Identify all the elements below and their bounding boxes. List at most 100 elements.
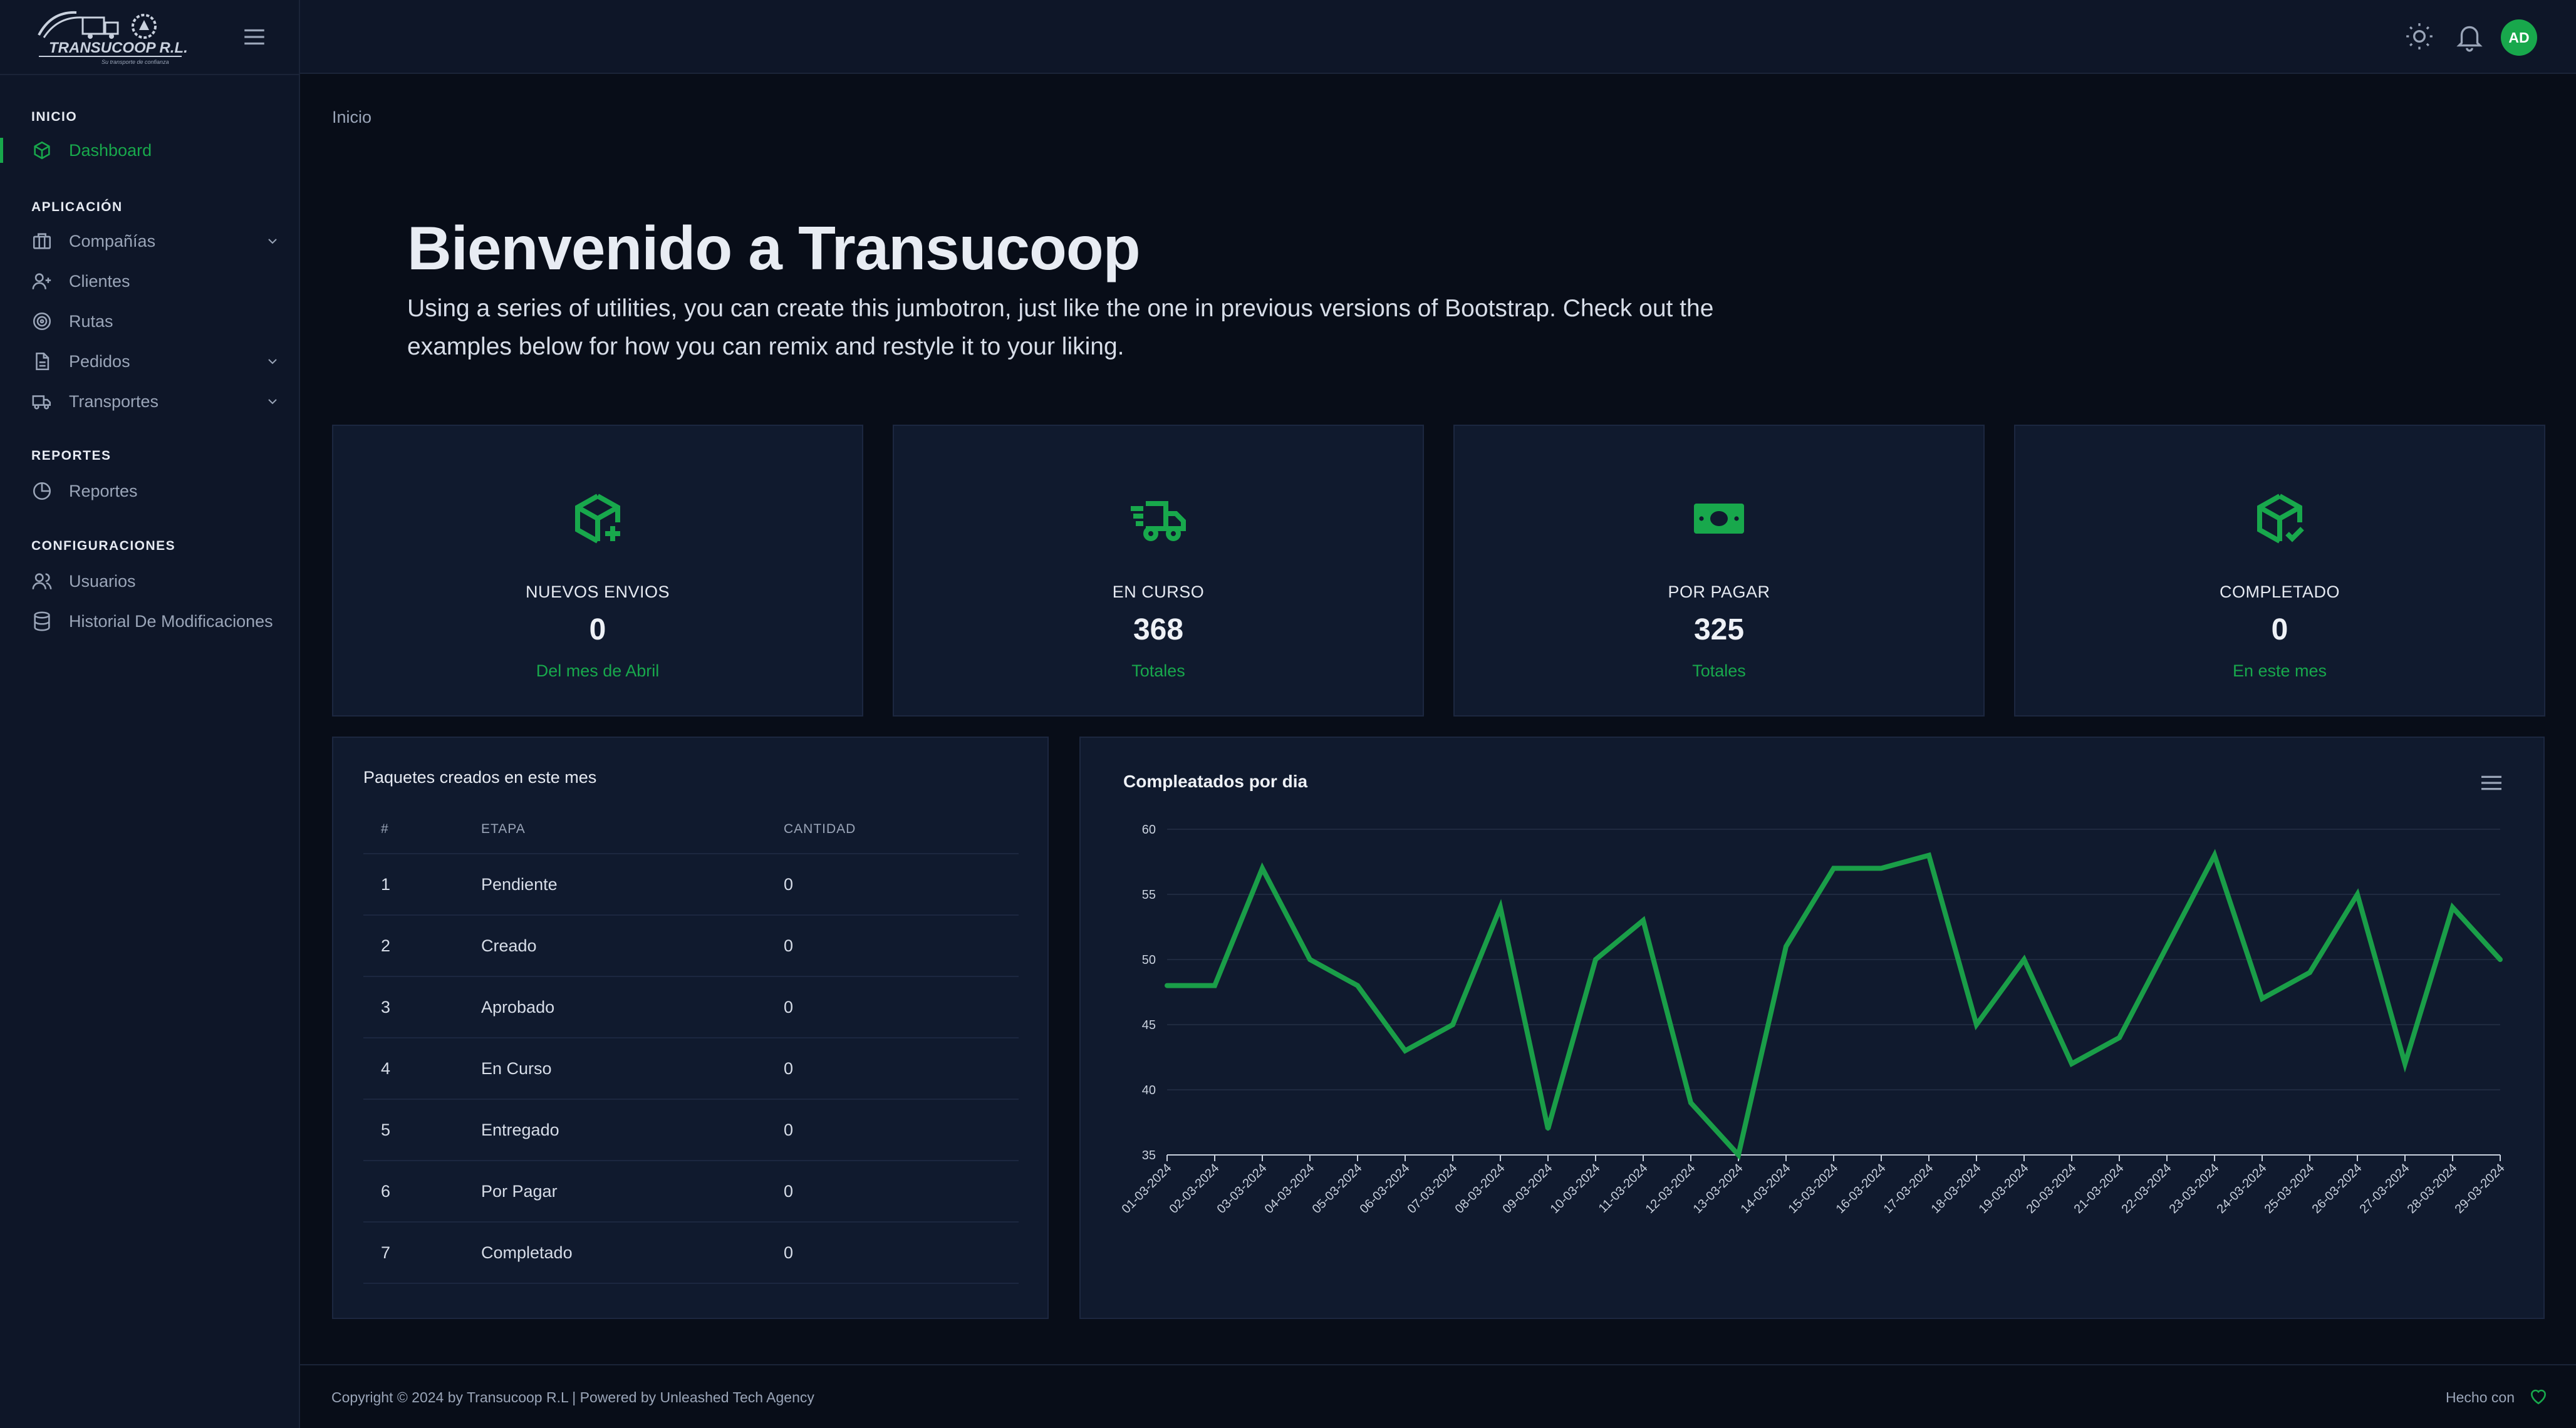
users-icon (32, 573, 52, 589)
data-point (2070, 1062, 2074, 1066)
y-tick-label: 40 (1142, 1084, 1156, 1097)
pie-chart-icon (33, 482, 51, 500)
page-title: Bienvenido a Transucoop (407, 214, 1141, 282)
cell-cantidad: 0 (784, 1161, 1019, 1223)
x-tick-label: 25-03-2024 (2262, 1161, 2317, 1216)
table-row: 7 Completado 0 (363, 1222, 1019, 1284)
hamburger-menu-icon[interactable] (2479, 773, 2504, 793)
stat-label: EN CURSO (1112, 582, 1205, 601)
data-point (2117, 1035, 2121, 1040)
svg-text:TRANSUCOOP R.L.: TRANSUCOOP R.L. (49, 39, 188, 56)
x-tick-label: 23-03-2024 (2167, 1161, 2222, 1216)
user-plus-icon (32, 273, 51, 289)
y-tick-label: 60 (1142, 823, 1156, 837)
packages-table: # ETAPA CANTIDAD 1 Pendiente 0 2 Creado … (363, 805, 1019, 1284)
column-header-etapa: ETAPA (481, 805, 784, 854)
sidebar-item-label: Reportes (69, 481, 138, 500)
sidebar-item-historial[interactable]: Historial De Modificaciones (0, 604, 299, 639)
table-row: 2 Creado 0 (363, 915, 1019, 977)
cell-cantidad: 0 (784, 1038, 1019, 1100)
sidebar-item-label: Usuarios (69, 571, 136, 591)
y-tick-label: 55 (1142, 888, 1156, 902)
chart-title: Compleatados por dia (1123, 772, 1308, 791)
cell-etapa: Completado (481, 1222, 784, 1284)
cell-etapa: Entregado (481, 1099, 784, 1161)
data-point (1927, 853, 1931, 857)
stat-subtitle: Totales (1692, 661, 1746, 680)
data-point (1784, 944, 1788, 949)
truck-fast-icon (1131, 501, 1186, 541)
briefcase-icon (33, 233, 51, 249)
sidebar-item-label: Pedidos (69, 351, 130, 371)
cell-etapa: Pendiente (481, 854, 784, 916)
data-point (1451, 1023, 1455, 1027)
section-reportes: REPORTES (31, 448, 112, 463)
cell-number: 1 (363, 854, 481, 916)
x-tick-label: 04-03-2024 (1262, 1161, 1317, 1216)
sidebar-item-reportes[interactable]: Reportes (0, 473, 299, 509)
menu-toggle-icon[interactable] (241, 24, 267, 50)
sidebar-item-usuarios[interactable]: Usuarios (0, 564, 299, 599)
stat-value: 0 (589, 613, 606, 646)
data-point (2498, 958, 2502, 961)
cube-icon (34, 141, 50, 160)
target-icon (33, 312, 51, 331)
y-tick-label: 50 (1142, 953, 1156, 967)
x-tick-label: 02-03-2024 (1167, 1161, 1222, 1216)
sidebar-item-transportes[interactable]: Transportes (0, 384, 299, 419)
heart-icon (2530, 1389, 2547, 1405)
x-tick-label: 19-03-2024 (1976, 1161, 2032, 1216)
column-header-cantidad: CANTIDAD (784, 805, 1019, 854)
footer-copyright: Copyright © 2024 by Transucoop R.L | Pow… (331, 1389, 814, 1405)
completed-per-day-chart-card: 35 40 45 50 55 60 01-03-2024 02-03-2024 03-03-20… (1079, 737, 2545, 1319)
stat-card-nuevos-envios: NUEVOS ENVIOS 0 Del mes de Abril (332, 425, 863, 717)
x-tick-label: 21-03-2024 (2072, 1161, 2127, 1216)
footer: Copyright © 2024 by Transucoop R.L | Pow… (300, 1364, 2576, 1428)
breadcrumb[interactable]: Inicio (332, 108, 371, 127)
y-tick-label: 35 (1142, 1149, 1156, 1162)
x-tick-label: 29-03-2024 (2453, 1161, 2508, 1216)
table-row: 6 Por Pagar 0 (363, 1161, 1019, 1223)
series-line (1165, 849, 2503, 1161)
stat-label: POR PAGAR (1668, 582, 1770, 601)
stat-value: 368 (1133, 613, 1184, 646)
x-tick-label: 20-03-2024 (2024, 1161, 2079, 1216)
sidebar-item-clientes[interactable]: Clientes (0, 264, 299, 299)
stat-card-completado: COMPLETADO 0 En este mes (2014, 425, 2545, 717)
data-point (2355, 892, 2359, 896)
footer-made-with: Hecho con (2446, 1389, 2515, 1405)
x-tick-label: 22-03-2024 (2119, 1161, 2174, 1216)
sidebar-item-companias[interactable]: Compañías (0, 224, 299, 259)
x-tick-label: 11-03-2024 (1596, 1161, 1651, 1216)
chevron-down-icon (268, 399, 277, 405)
file-icon (36, 352, 49, 371)
stat-subtitle: Del mes de Abril (536, 661, 660, 680)
stat-value: 325 (1693, 613, 1745, 646)
stat-subtitle: Totales (1131, 661, 1185, 680)
truck-icon (32, 395, 51, 410)
sidebar-item-rutas[interactable]: Rutas (0, 304, 299, 339)
table-row: 5 Entregado 0 (363, 1099, 1019, 1161)
column-header-number: # (363, 805, 481, 854)
bell-icon[interactable] (2454, 21, 2485, 52)
package-plus-icon (575, 494, 620, 544)
x-tick-label: 16-03-2024 (1834, 1161, 1889, 1216)
data-point (1403, 1048, 1407, 1053)
data-point (1879, 866, 1883, 871)
cell-cantidad: 0 (784, 1222, 1019, 1284)
x-tick-label: 03-03-2024 (1215, 1161, 1270, 1216)
package-check-icon (2257, 494, 2304, 544)
data-point (1641, 918, 1645, 923)
cell-cantidad: 0 (784, 854, 1019, 916)
x-tick-label: 08-03-2024 (1453, 1161, 1508, 1216)
data-point (1594, 958, 1597, 961)
sun-icon[interactable] (2404, 21, 2435, 52)
avatar[interactable]: AD (2501, 19, 2537, 56)
data-point (1308, 958, 1312, 961)
x-tick-label: 07-03-2024 (1405, 1161, 1460, 1216)
brand-logo[interactable]: TRANSUCOOP R.L. Su transporte de confian… (33, 6, 188, 68)
sidebar-item-pedidos[interactable]: Pedidos (0, 344, 299, 379)
stat-card-por-pagar: POR PAGAR 325 Totales (1453, 425, 1985, 717)
stat-label: COMPLETADO (2219, 582, 2340, 601)
sidebar-item-dashboard[interactable]: Dashboard (0, 133, 299, 168)
